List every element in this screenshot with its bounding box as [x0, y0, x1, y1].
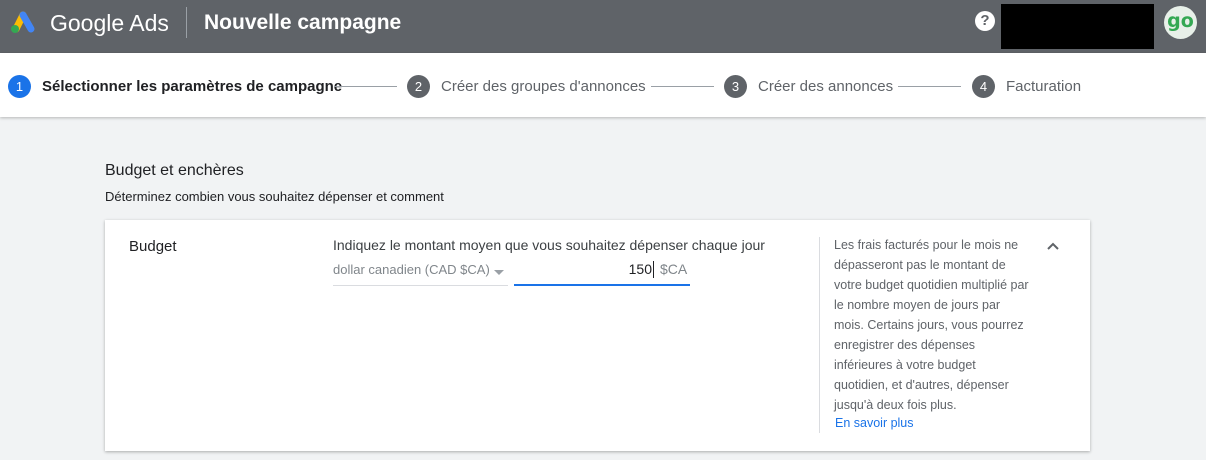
- budget-prompt: Indiquez le montant moyen que vous souha…: [333, 237, 765, 253]
- brand-name: Google Ads: [50, 10, 169, 36]
- budget-amount-value: 150: [628, 261, 654, 278]
- step-billing[interactable]: 4 Facturation: [972, 75, 1081, 98]
- step-campaign-settings[interactable]: 1 Sélectionner les paramètres de campagn…: [8, 75, 342, 98]
- learn-more-link[interactable]: En savoir plus: [835, 416, 914, 430]
- dropdown-caret-icon: [494, 270, 504, 275]
- budget-card: Budget Indiquez le montant moyen que vou…: [105, 220, 1090, 451]
- currency-suffix: $CA: [660, 261, 688, 277]
- google-ads-logo-icon[interactable]: [8, 8, 38, 34]
- step-ad-groups[interactable]: 2 Créer des groupes d'annonces: [407, 75, 646, 98]
- currency-value: dollar canadien (CAD $CA): [333, 262, 490, 277]
- step-number: 1: [8, 75, 31, 98]
- step-connector: [651, 86, 714, 87]
- step-label: Créer des annonces: [758, 78, 894, 95]
- section-subtitle: Déterminez combien vous souhaitez dépens…: [105, 189, 444, 204]
- budget-label: Budget: [129, 238, 177, 255]
- account-info-redacted[interactable]: [1001, 4, 1154, 49]
- step-number: 3: [724, 75, 747, 98]
- avatar[interactable]: go: [1164, 6, 1197, 39]
- chevron-up-icon[interactable]: [1045, 238, 1061, 254]
- step-connector: [898, 86, 961, 87]
- step-label: Facturation: [1006, 78, 1082, 95]
- campaign-stepper: 1 Sélectionner les paramètres de campagn…: [0, 53, 1206, 117]
- step-connector: [334, 86, 397, 87]
- step-number: 2: [407, 75, 430, 98]
- section-title: Budget et enchères: [105, 162, 244, 179]
- step-number: 4: [972, 75, 995, 98]
- header-divider: [186, 7, 187, 38]
- currency-select[interactable]: dollar canadien (CAD $CA): [333, 259, 508, 286]
- help-divider: [819, 237, 820, 433]
- page-title: Nouvelle campagne: [204, 11, 402, 34]
- step-label: Créer des groupes d'annonces: [441, 78, 646, 95]
- top-app-bar: Google Ads Nouvelle campagne ? go: [0, 0, 1206, 53]
- help-icon[interactable]: ?: [975, 11, 995, 31]
- budget-help-text: Les frais facturés pour le mois ne dépas…: [834, 238, 1029, 412]
- daily-budget-input[interactable]: 150 $CA: [514, 259, 690, 286]
- step-ads[interactable]: 3 Créer des annonces: [724, 75, 893, 98]
- step-label: Sélectionner les paramètres de campagne: [42, 78, 343, 95]
